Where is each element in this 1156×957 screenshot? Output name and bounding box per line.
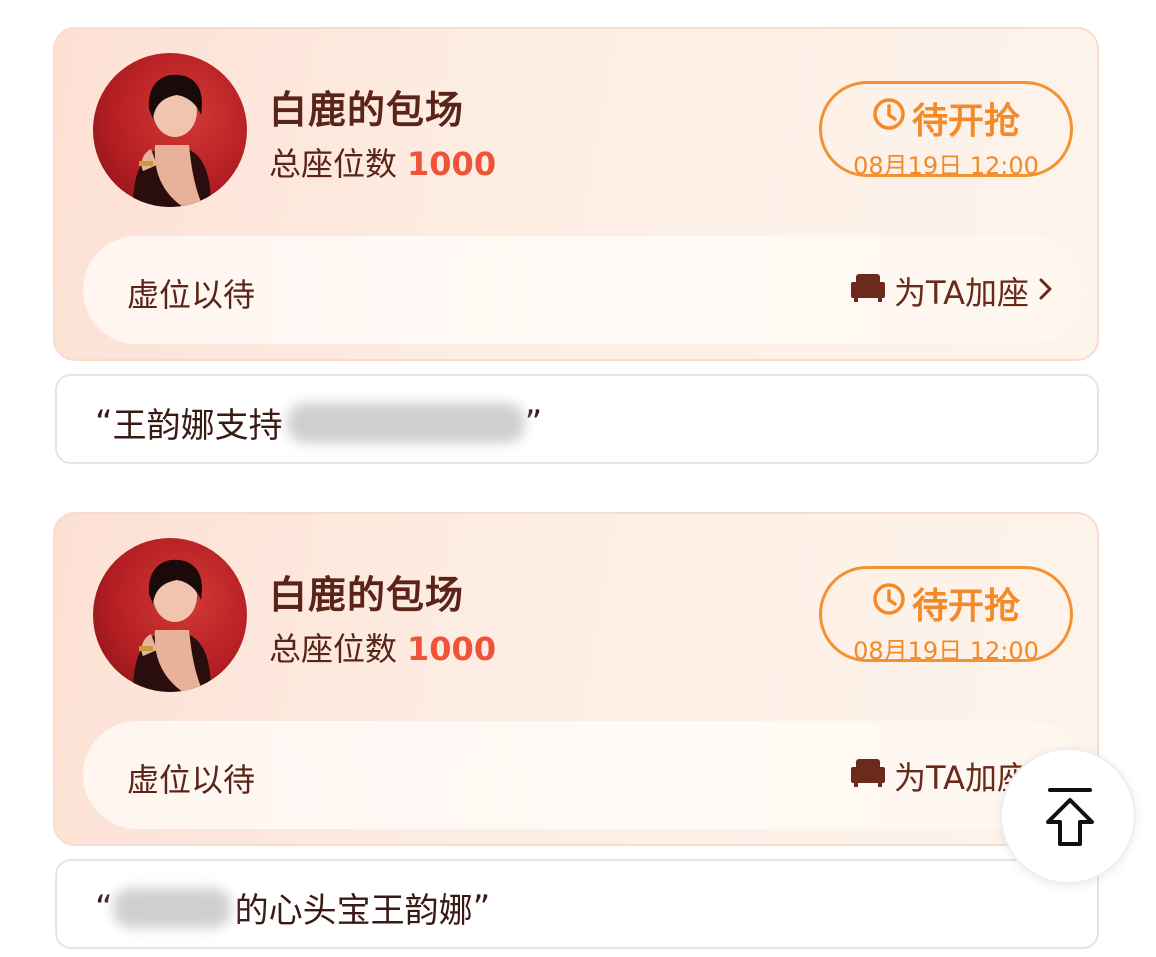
blurred-text	[286, 402, 525, 443]
seat-count: 总座位数 1000	[269, 139, 496, 185]
booking-card[interactable]: 白鹿的包场 总座位数 1000 待开抢 08月19日 12:00 虚位以待 为T…	[53, 27, 1099, 361]
message-box: “ 王韵娜支持 ”	[55, 374, 1099, 464]
seat-count-value: 1000	[407, 630, 497, 668]
avatar[interactable]	[93, 53, 247, 207]
seat-count-label: 总座位数	[269, 630, 398, 668]
card-title: 白鹿的包场	[269, 88, 465, 132]
message-text: 的心头宝王韵娜	[234, 891, 473, 931]
seat-count: 总座位数 1000	[269, 624, 496, 670]
status-button[interactable]: 待开抢 08月19日 12:00	[819, 566, 1073, 665]
seat-count-value: 1000	[407, 145, 497, 183]
booking-card[interactable]: 白鹿的包场 总座位数 1000 待开抢 08月19日 12:00 虚位以待 为T…	[53, 512, 1099, 846]
add-seat-button[interactable]: 为TA加座	[850, 268, 1055, 314]
status-label: 待开抢	[911, 101, 1020, 142]
avatar[interactable]	[93, 538, 247, 692]
quote-close: ”	[472, 887, 491, 928]
message-text: 王韵娜支持	[112, 406, 283, 446]
quote-close: ”	[524, 402, 543, 443]
card-title: 白鹿的包场	[269, 573, 465, 617]
quote-open: “	[95, 887, 113, 928]
add-seat-label: 为TA加座	[894, 274, 1029, 312]
message-box: “ 的心头宝王韵娜 ”	[55, 859, 1099, 949]
chevron-right-icon	[1037, 272, 1055, 310]
quote-open: “	[95, 402, 113, 443]
clock-icon	[872, 97, 906, 140]
vacant-text: 虚位以待	[127, 276, 256, 314]
vacant-text: 虚位以待	[127, 761, 256, 799]
sofa-icon	[850, 272, 886, 310]
clock-icon	[872, 582, 906, 625]
status-button[interactable]: 待开抢 08月19日 12:00	[819, 81, 1073, 180]
back-to-top-button[interactable]	[1000, 748, 1136, 884]
page: 白鹿的包场 总座位数 1000 待开抢 08月19日 12:00 虚位以待 为T…	[0, 0, 1156, 957]
seat-count-label: 总座位数	[269, 145, 398, 183]
status-time: 08月19日 12:00	[853, 152, 1039, 180]
status-label: 待开抢	[911, 586, 1020, 627]
sofa-icon	[850, 757, 886, 795]
status-time: 08月19日 12:00	[853, 637, 1039, 665]
seat-bar: 虚位以待 为TA加座	[83, 236, 1083, 344]
seat-bar: 虚位以待 为TA加座	[83, 721, 1083, 829]
blurred-text	[112, 887, 231, 928]
